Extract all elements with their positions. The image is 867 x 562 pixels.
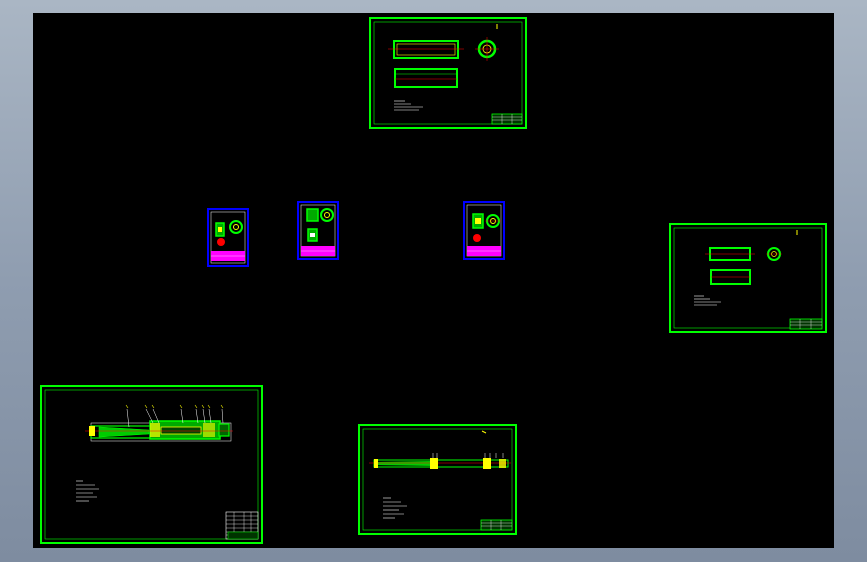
sheet-border bbox=[40, 385, 263, 544]
title-block bbox=[789, 318, 823, 330]
part-bore bbox=[324, 212, 330, 218]
part-feature bbox=[218, 227, 222, 232]
sheet-shaft[interactable] bbox=[358, 424, 517, 535]
dimension-lines bbox=[432, 453, 504, 458]
sheet-inner-border bbox=[673, 227, 823, 329]
part-feature bbox=[310, 233, 315, 237]
sheet-border bbox=[369, 17, 527, 129]
sleeve-section-view bbox=[394, 68, 458, 88]
roughness-mark bbox=[481, 430, 487, 434]
technical-notes bbox=[383, 497, 407, 519]
sleeve-front-view bbox=[393, 40, 459, 59]
part-bore bbox=[233, 224, 239, 230]
sheet-border bbox=[358, 424, 517, 535]
sheet-small-part-1[interactable] bbox=[207, 208, 249, 267]
sheet-border bbox=[669, 223, 827, 333]
red-marker bbox=[473, 234, 481, 242]
part-end-view bbox=[320, 208, 334, 222]
red-marker bbox=[217, 238, 225, 246]
cad-drawing-viewport[interactable] bbox=[33, 13, 834, 548]
part-feature bbox=[475, 218, 481, 224]
title-block bbox=[227, 531, 259, 540]
sheet-small-part-3[interactable] bbox=[463, 201, 505, 260]
technical-notes bbox=[694, 295, 721, 306]
part-end-view bbox=[229, 220, 243, 234]
technical-notes bbox=[76, 480, 99, 502]
part-front-view bbox=[306, 208, 319, 222]
sheet-inner-border bbox=[362, 428, 513, 531]
title-block bbox=[480, 519, 513, 531]
sheet-small-part-2[interactable] bbox=[297, 201, 339, 260]
assembly-view bbox=[85, 420, 233, 442]
title-block bbox=[491, 113, 523, 125]
technical-notes bbox=[394, 100, 423, 111]
sleeve-inner-line bbox=[396, 43, 456, 56]
sheet-top-shaft-sleeve[interactable] bbox=[369, 17, 527, 129]
sheet-right-shaft-sleeve[interactable] bbox=[669, 223, 827, 333]
sheet-inner-border bbox=[373, 21, 523, 125]
shaft-view bbox=[369, 458, 511, 469]
sheet-assembly[interactable] bbox=[40, 385, 263, 544]
cad-model-space bbox=[40, 17, 827, 544]
balloon-numbers bbox=[125, 404, 224, 409]
